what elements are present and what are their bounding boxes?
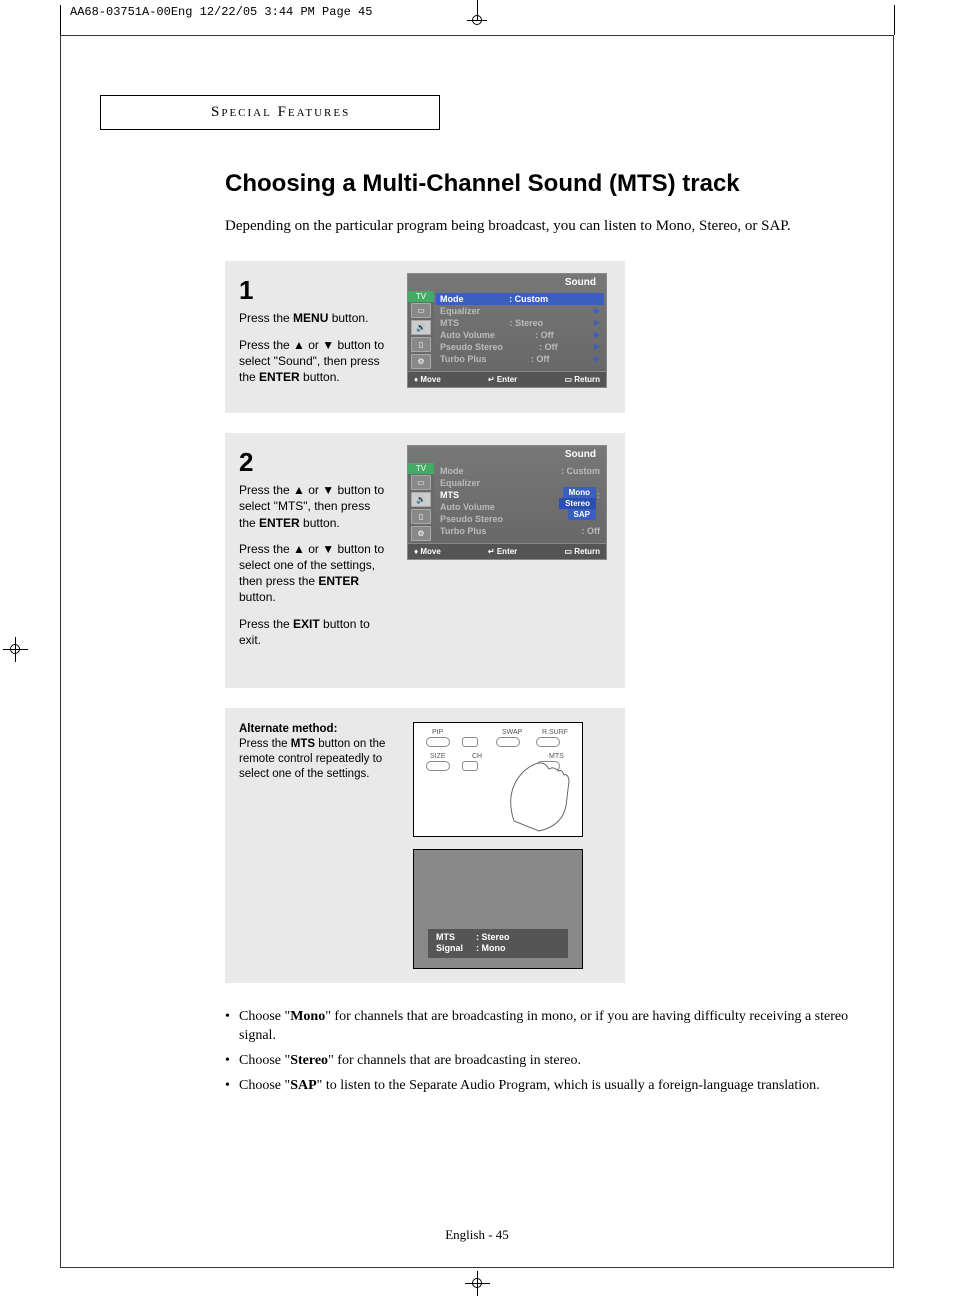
remote-illustration: PIP SWAP R.SURF SIZE CH MTS bbox=[413, 722, 583, 837]
step-2: 2 Press the ▲ or ▼ button to select "MTS… bbox=[225, 433, 625, 688]
page-title: Choosing a Multi-Channel Sound (MTS) tra… bbox=[225, 170, 865, 198]
print-slug: AA68-03751A-00Eng 12/22/05 3:44 PM Page … bbox=[70, 5, 372, 19]
tv-status-overlay: MTS: Stereo Signal: Mono bbox=[428, 929, 568, 958]
osd-menu-list: Mode: Custom Equalizer MTS: Auto Volume … bbox=[434, 463, 606, 543]
osd-menu-list: Mode: Custom▶ Equalizer▶ MTS: Stereo▶ Au… bbox=[434, 291, 606, 371]
instruction-text: Press the EXIT button to exit. bbox=[239, 616, 389, 648]
setup-icon: ⚙ bbox=[411, 526, 431, 541]
remote-label-size: SIZE bbox=[430, 753, 446, 760]
picture-icon: ▭ bbox=[411, 475, 431, 490]
tv-screen-illustration: MTS: Stereo Signal: Mono bbox=[413, 849, 583, 969]
osd-return-hint: ▭ Return bbox=[564, 375, 600, 384]
hand-icon bbox=[454, 751, 574, 836]
osd-screenshot-2: Sound TV ▭ 🔊 ▯ ⚙ Mode: Custom Equalizer … bbox=[407, 445, 607, 560]
alternate-method-block: Alternate method: Press the MTS button o… bbox=[225, 708, 625, 983]
step-number: 1 bbox=[239, 273, 389, 308]
alt-heading: Alternate method: bbox=[239, 723, 337, 735]
sound-icon: 🔊 bbox=[411, 320, 431, 335]
instruction-text: Press the ▲ or ▼ button to select "Sound… bbox=[239, 337, 389, 386]
remote-button bbox=[496, 737, 520, 747]
list-item: Choose "SAP" to listen to the Separate A… bbox=[225, 1077, 865, 1096]
channel-icon: ▯ bbox=[411, 509, 431, 524]
osd-option-mono: Mono bbox=[563, 487, 596, 498]
osd-move-hint: ♦ Move bbox=[414, 375, 441, 384]
step-1: 1 Press the MENU button. Press the ▲ or … bbox=[225, 261, 625, 413]
step-number: 2 bbox=[239, 445, 389, 480]
setup-icon: ⚙ bbox=[411, 354, 431, 369]
instruction-text: Press the ▲ or ▼ button to select one of… bbox=[239, 541, 389, 606]
remote-button bbox=[426, 737, 450, 747]
list-item: Choose "Stereo" for channels that are br… bbox=[225, 1052, 865, 1071]
instruction-text: Press the MENU button. bbox=[239, 310, 389, 326]
osd-tab-tv: TV bbox=[408, 463, 434, 474]
remote-label-pip: PIP bbox=[432, 729, 443, 736]
remote-button bbox=[536, 737, 560, 747]
channel-icon: ▯ bbox=[411, 337, 431, 352]
osd-move-hint: ♦ Move bbox=[414, 547, 441, 556]
picture-icon: ▭ bbox=[411, 303, 431, 318]
notes-list: Choose "Mono" for channels that are broa… bbox=[225, 1008, 865, 1096]
page-number: English - 45 bbox=[445, 1227, 509, 1243]
osd-return-hint: ▭ Return bbox=[564, 547, 600, 556]
intro-text: Depending on the particular program bein… bbox=[225, 216, 865, 236]
list-item: Choose "Mono" for channels that are broa… bbox=[225, 1008, 865, 1046]
remote-label-swap: SWAP bbox=[502, 729, 522, 736]
osd-enter-hint: ↵ Enter bbox=[488, 547, 517, 556]
section-header: Special Features bbox=[100, 95, 440, 130]
osd-title: Sound bbox=[408, 274, 606, 291]
osd-option-sap: SAP bbox=[568, 509, 596, 520]
sound-icon: 🔊 bbox=[411, 492, 431, 507]
osd-title: Sound bbox=[408, 446, 606, 463]
remote-label-rsurf: R.SURF bbox=[542, 729, 568, 736]
osd-screenshot-1: Sound TV ▭ 🔊 ▯ ⚙ Mode: Custom▶ Equalizer… bbox=[407, 273, 607, 388]
osd-enter-hint: ↵ Enter bbox=[488, 375, 517, 384]
instruction-text: Press the ▲ or ▼ button to select "MTS",… bbox=[239, 482, 389, 531]
osd-tab-tv: TV bbox=[408, 291, 434, 302]
alt-text: Press the MTS button on the remote contr… bbox=[239, 738, 385, 780]
remote-button bbox=[426, 761, 450, 771]
osd-option-stereo: Stereo bbox=[559, 498, 596, 509]
remote-button bbox=[462, 737, 478, 747]
